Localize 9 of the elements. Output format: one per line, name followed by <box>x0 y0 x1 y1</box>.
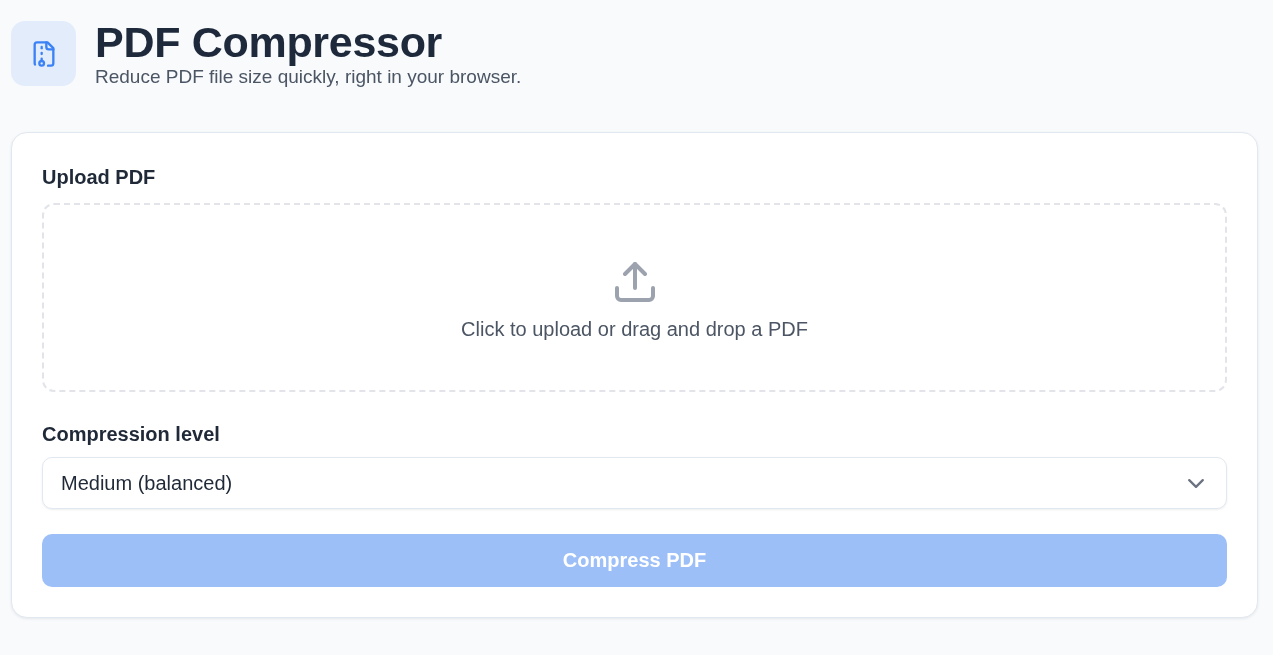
compression-select[interactable]: Medium (balanced) <box>42 457 1227 509</box>
upload-label: Upload PDF <box>42 165 157 190</box>
upload-icon <box>614 261 655 302</box>
compression-label: Compression level <box>42 422 221 447</box>
app-subtitle: Reduce PDF file size quickly, right in your browser. <box>95 65 522 89</box>
file-archive-icon <box>11 21 76 86</box>
app-title: PDF Compressor <box>95 18 444 65</box>
upload-dropzone[interactable]: Click to upload or drag and drop a PDF <box>42 203 1227 392</box>
chevron-down-icon <box>1188 478 1204 488</box>
